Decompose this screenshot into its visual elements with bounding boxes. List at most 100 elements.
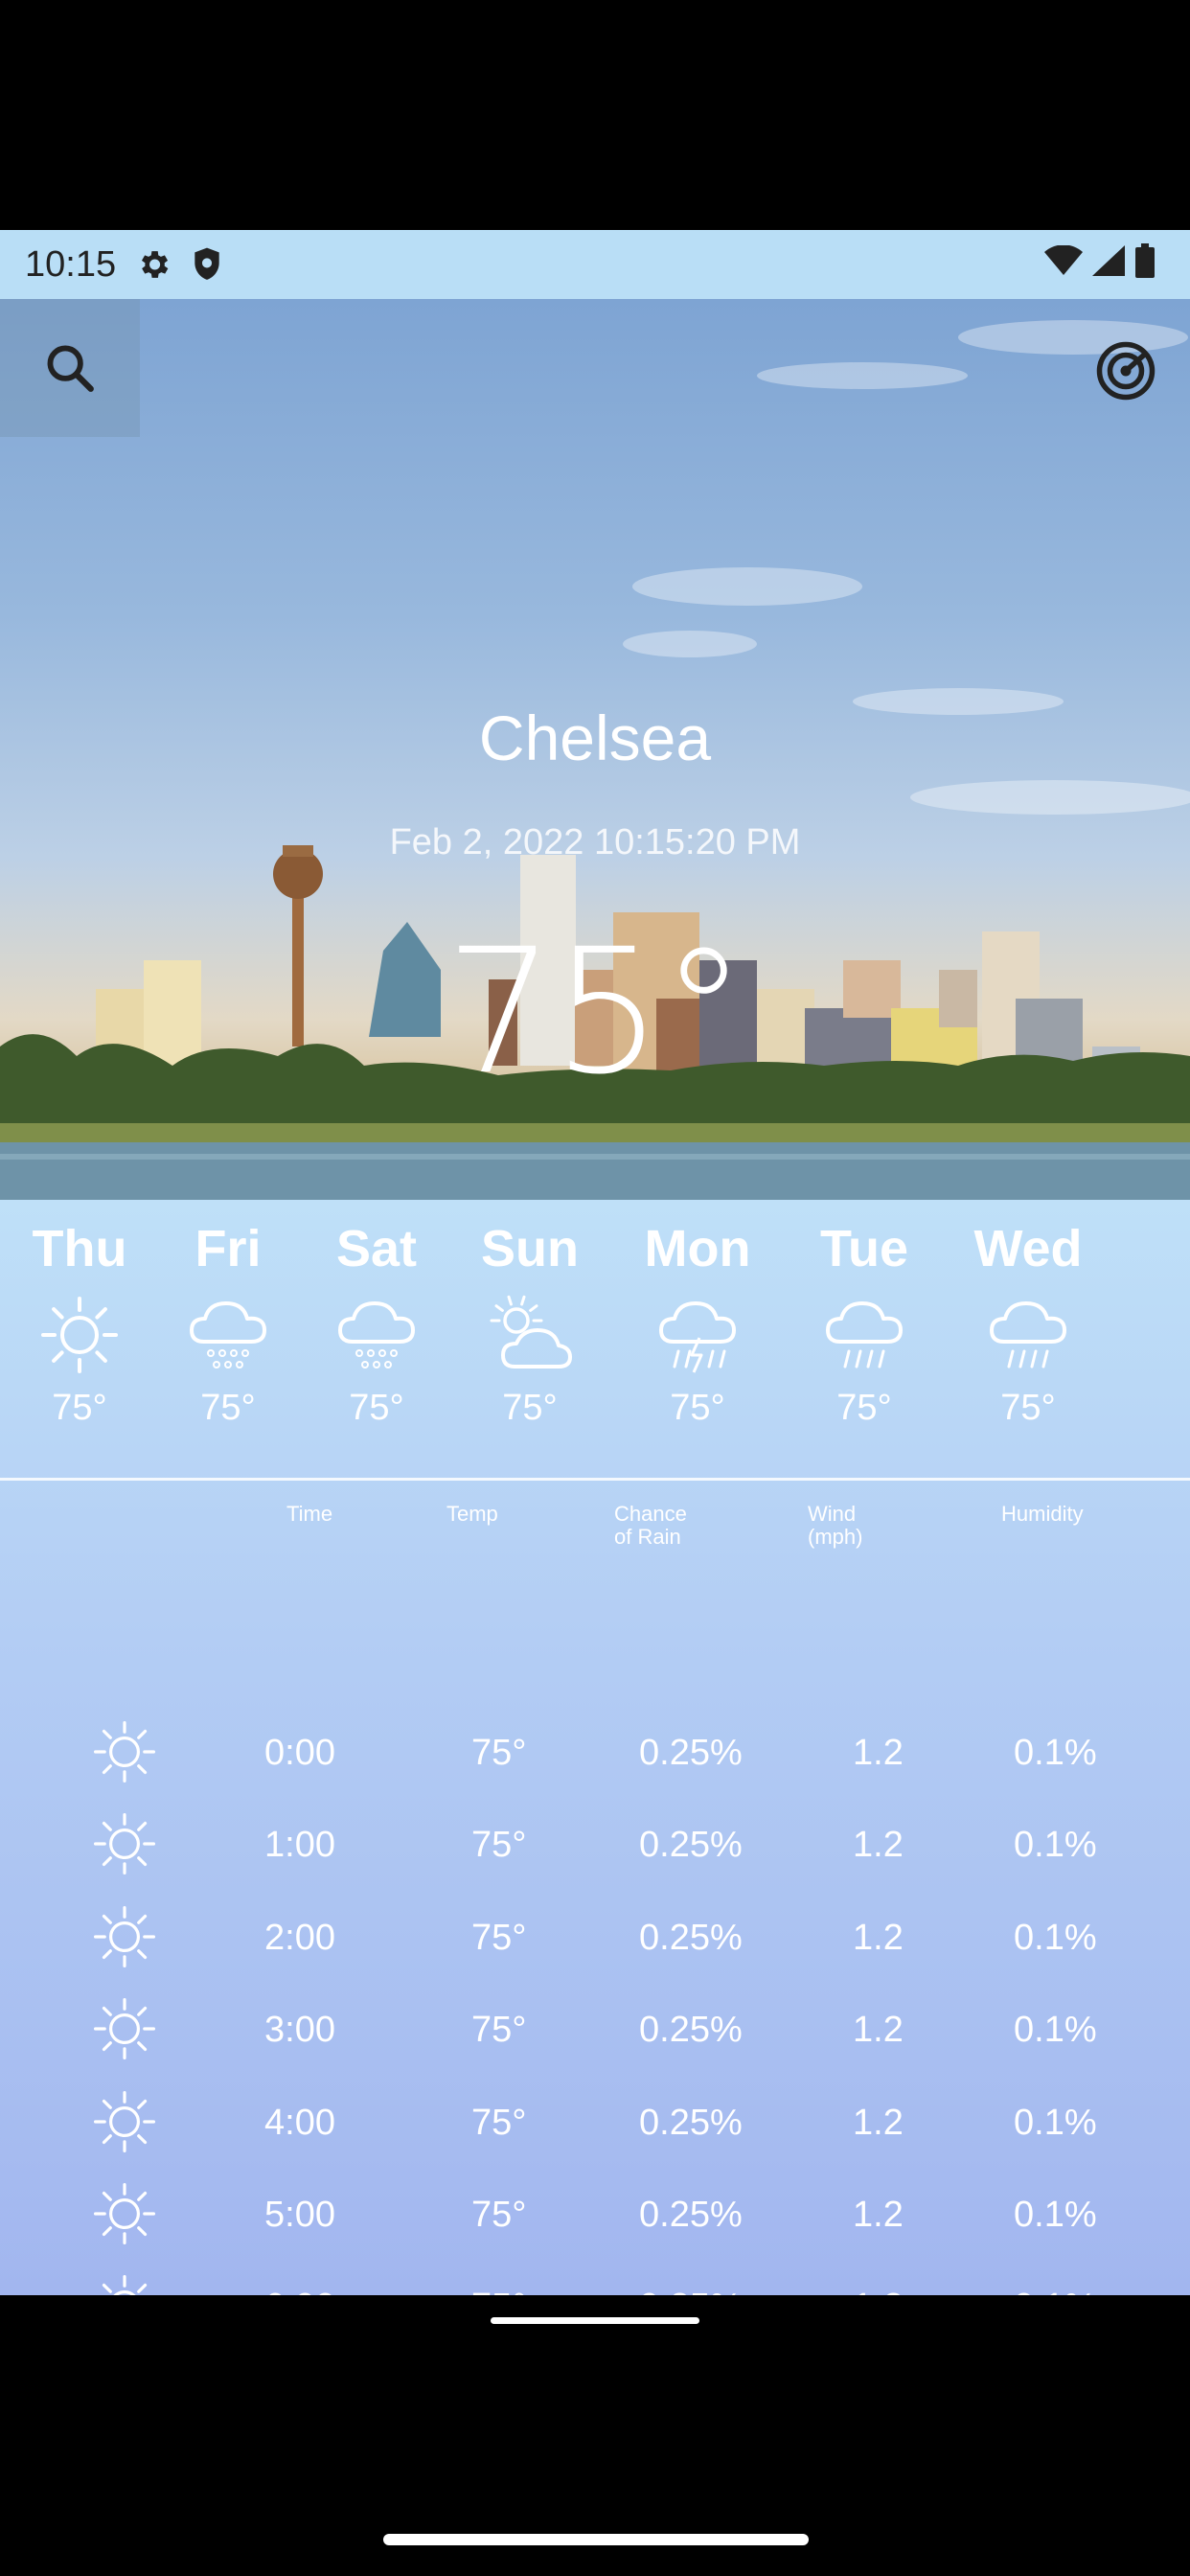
hour-humidity: 0.1% (1014, 1825, 1097, 1866)
day-temp: 75° (52, 1388, 107, 1428)
hourly-row[interactable]: 3:00 75° 0.25% 1.2 0.1% (0, 1983, 1190, 2075)
day-temp: 75° (502, 1388, 558, 1428)
hour-temp: 75° (471, 2195, 527, 2235)
cloud-snow-icon (180, 1292, 276, 1378)
hourly-row[interactable]: 2:00 75° 0.25% 1.2 0.1% (0, 1891, 1190, 1983)
cloud-rain-icon (816, 1292, 912, 1378)
header-wind-line1: Wind (808, 1502, 857, 1526)
hour-temp: 75° (471, 1733, 527, 1773)
hourly-row[interactable]: 1:00 75° 0.25% 1.2 0.1% (0, 1798, 1190, 1890)
wifi-icon (1044, 244, 1083, 281)
sun-icon (86, 2087, 163, 2164)
day-name: Fri (195, 1220, 262, 1277)
day-name: Tue (820, 1220, 908, 1277)
hour-time: 2:00 (264, 1917, 335, 1958)
shield-icon (191, 246, 223, 283)
sun-icon (86, 1717, 163, 1794)
hour-humidity: 0.1% (1014, 2010, 1097, 2051)
hourly-row[interactable]: 0:00 75° 0.25% 1.2 0.1% (0, 1706, 1190, 1798)
hour-wind: 1.2 (853, 2102, 904, 2143)
hour-rain-chance: 0.25% (639, 2195, 743, 2235)
cloud-rain-icon (980, 1292, 1076, 1378)
hour-rain-chance: 0.25% (639, 2287, 743, 2295)
day-name: Mon (644, 1220, 751, 1277)
hour-rain-chance: 0.25% (639, 2010, 743, 2051)
hour-wind: 1.2 (853, 1825, 904, 1866)
hour-wind: 1.2 (853, 1917, 904, 1958)
signal-icon (1092, 245, 1125, 281)
hour-temp: 75° (471, 2102, 527, 2143)
sun-icon (86, 1809, 163, 1886)
hour-wind: 1.2 (853, 2287, 904, 2295)
hourly-row[interactable]: 5:00 75° 0.25% 1.2 0.1% (0, 2168, 1190, 2260)
hour-time: 6:00 (264, 2287, 335, 2295)
status-bar: 10:15 (0, 230, 1190, 299)
day-temp: 75° (200, 1388, 256, 1428)
hour-temp: 75° (471, 1825, 527, 1866)
radar-button[interactable] (1094, 339, 1157, 402)
hour-rain-chance: 0.25% (639, 1733, 743, 1773)
day-forecast-tue[interactable]: Tue 75° (788, 1219, 941, 1429)
day-temp: 75° (349, 1388, 404, 1428)
device-home-indicator[interactable] (383, 2534, 809, 2545)
hour-wind: 1.2 (853, 2010, 904, 2051)
hour-rain-chance: 0.25% (639, 1825, 743, 1866)
partly-cloudy-icon (482, 1292, 578, 1378)
day-temp: 75° (836, 1388, 892, 1428)
search-icon (47, 345, 94, 392)
home-gesture-bar[interactable] (491, 2317, 699, 2324)
forecast-panel: Thu 75° Fri 75° Sat 75° Sun 75° Mon 75° Tue 75° Wed 7… (0, 1200, 1190, 2295)
divider (0, 1478, 1190, 1481)
thunderstorm-icon (650, 1292, 745, 1378)
day-temp: 75° (1000, 1388, 1056, 1428)
hour-temp: 75° (471, 2010, 527, 2051)
day-name: Wed (973, 1220, 1083, 1277)
hour-humidity: 0.1% (1014, 1733, 1097, 1773)
day-forecast-sat[interactable]: Sat 75° (300, 1219, 453, 1429)
hour-rain-chance: 0.25% (639, 1917, 743, 1958)
header-temp: Temp (446, 1502, 498, 1526)
hour-temp: 75° (471, 1917, 527, 1958)
day-forecast-sun[interactable]: Sun 75° (453, 1219, 606, 1429)
day-forecast-fri[interactable]: Fri 75° (151, 1219, 305, 1429)
hourly-row[interactable]: 6:00 75° 0.25% 1.2 0.1% (0, 2260, 1190, 2295)
hour-rain-chance: 0.25% (639, 2102, 743, 2143)
city-name: Chelsea (478, 702, 712, 773)
hour-time: 0:00 (264, 1733, 335, 1773)
hourly-table-header: Time Temp Chance of Rain Wind (mph) Humi… (0, 1495, 1190, 1562)
header-rain-line2: of Rain (614, 1525, 681, 1549)
current-temperature: 75° (445, 912, 746, 1113)
hour-humidity: 0.1% (1014, 1917, 1097, 1958)
hour-time: 5:00 (264, 2195, 335, 2235)
hour-time: 4:00 (264, 2102, 335, 2143)
sun-icon (32, 1292, 127, 1378)
hour-temp: 75° (471, 2287, 526, 2295)
header-wind-line2: (mph) (808, 1525, 863, 1549)
hero-city-background: Chelsea Feb 2, 2022 10:15:20 PM 75° (0, 299, 1190, 1200)
hourly-row[interactable]: 4:00 75° 0.25% 1.2 0.1% (0, 2076, 1190, 2168)
search-button[interactable] (0, 299, 140, 437)
hour-time: 1:00 (264, 1825, 335, 1866)
day-forecast-thu[interactable]: Thu 75° (3, 1219, 156, 1429)
day-name: Sat (335, 1220, 418, 1277)
cloud-snow-icon (329, 1292, 424, 1378)
header-humidity: Humidity (1001, 1502, 1084, 1526)
day-forecast-mon[interactable]: Mon 75° (621, 1219, 774, 1429)
hour-humidity: 0.1% (1014, 2102, 1097, 2143)
day-forecast-wed[interactable]: Wed 75° (951, 1219, 1105, 1429)
gear-icon (135, 246, 172, 283)
sun-icon (86, 2271, 163, 2295)
hour-wind: 1.2 (853, 1733, 904, 1773)
hour-time: 3:00 (264, 2010, 335, 2051)
day-name: Thu (32, 1220, 127, 1277)
header-time: Time (286, 1502, 333, 1526)
hour-wind: 1.2 (853, 2195, 904, 2235)
hour-humidity: 0.1% (1014, 2287, 1097, 2295)
day-temp: 75° (670, 1388, 725, 1428)
day-name: Sun (481, 1220, 579, 1277)
current-datetime: Feb 2, 2022 10:15:20 PM (389, 822, 801, 862)
sun-icon (86, 2179, 163, 2256)
radar-icon (1096, 341, 1156, 401)
battery-icon (1134, 243, 1156, 283)
daily-forecast: Thu 75° Fri 75° Sat 75° Sun 75° Mon 75° Tue 75° Wed 7… (0, 1200, 1190, 1478)
